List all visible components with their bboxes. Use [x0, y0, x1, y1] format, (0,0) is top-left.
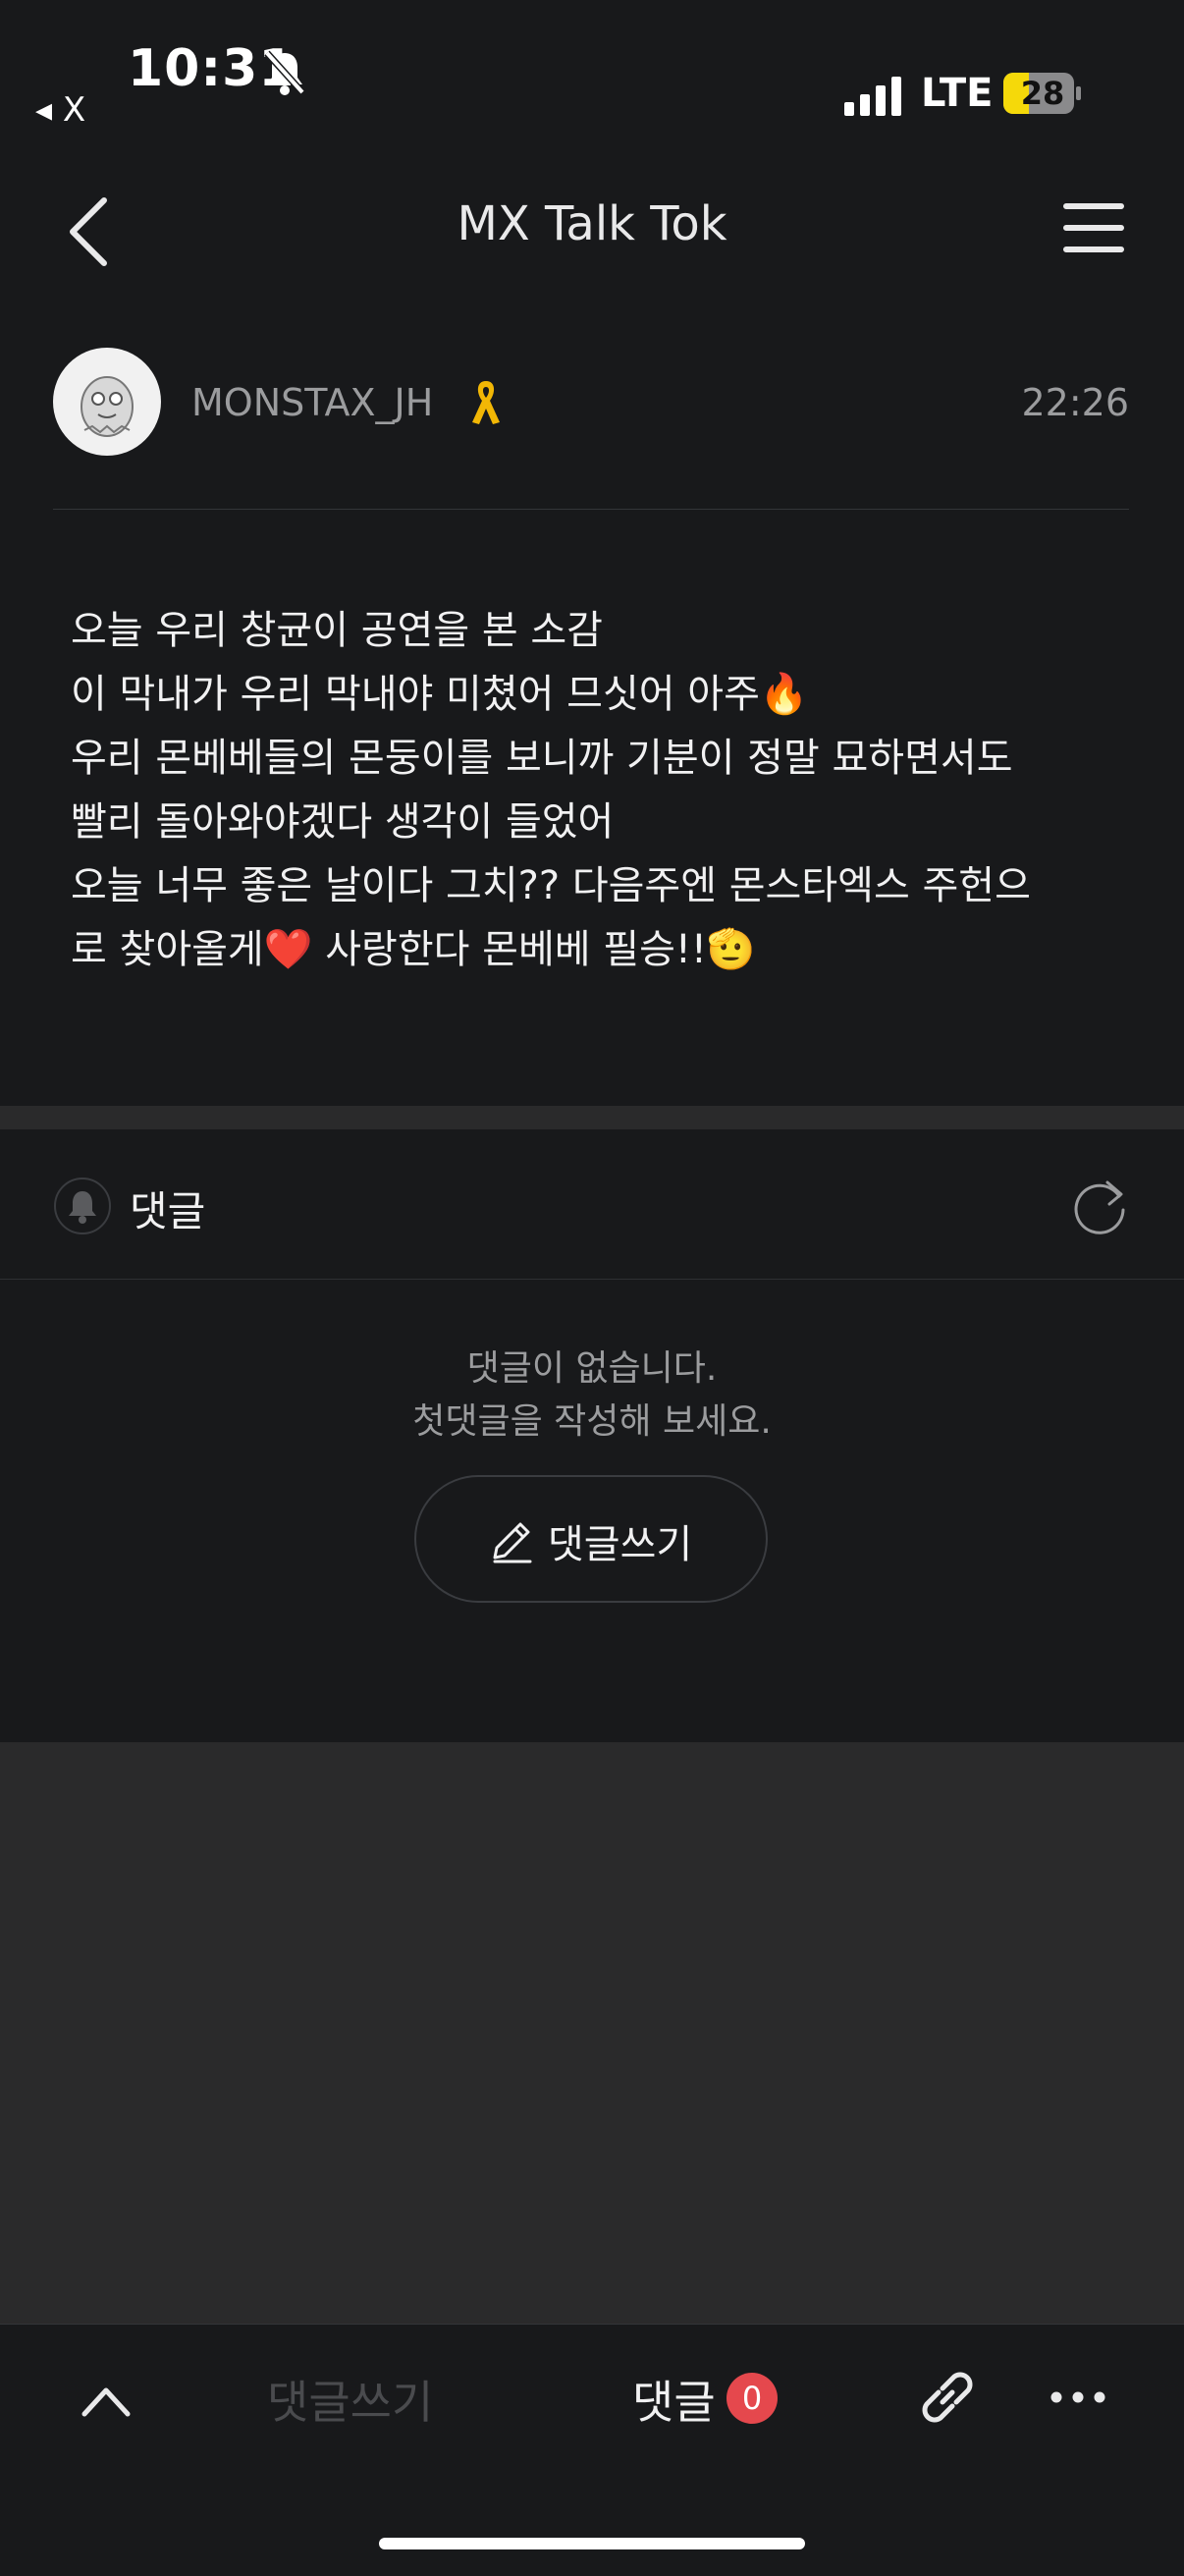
signal-icon: [844, 77, 901, 116]
pencil-icon: [493, 1522, 532, 1563]
network-type: LTE: [921, 71, 994, 116]
comment-count-badge: 0: [727, 2373, 778, 2424]
post-line: 빨리 돌아와야겠다 생각이 들었어: [71, 799, 615, 845]
section-gap: [0, 1106, 1184, 1129]
author-name[interactable]: MONSTAX_JH: [191, 381, 433, 424]
hamburger-menu-icon[interactable]: [1060, 196, 1127, 259]
divider: [53, 509, 1129, 510]
post-time: 22:26: [1021, 381, 1129, 424]
battery-level: 28: [1020, 75, 1065, 112]
refresh-icon[interactable]: [1072, 1175, 1131, 1237]
comments-tab[interactable]: 댓글: [632, 2367, 716, 2432]
post-line: 오늘 우리 창균이 공연을 본 소감: [71, 608, 603, 653]
post-line: 우리 몬베베들의 몬둥이를 보니까 기분이 정말 묘하면서도: [71, 736, 1013, 781]
avatar-character-icon: [81, 376, 134, 437]
post-body: 오늘 우리 창균이 공연을 본 소감 이 막내가 우리 막내야 미쳤어 므싯어 …: [71, 599, 1131, 982]
bell-icon[interactable]: [53, 1177, 112, 1235]
empty-comments-hint: 첫댓글을 작성해 보세요.: [412, 1401, 772, 1442]
avatar[interactable]: [53, 348, 161, 456]
divider: [0, 1279, 1184, 1280]
yellow-ribbon-icon: [472, 381, 500, 424]
post-line: 이 막내가 우리 막내야 미쳤어 므싯어 아주🔥: [71, 672, 809, 717]
back-to-app-link[interactable]: ◂ X: [35, 90, 85, 130]
comment-input-placeholder[interactable]: 댓글쓰기: [267, 2367, 433, 2432]
home-indicator[interactable]: [379, 2538, 805, 2549]
post-line: 로 찾아올게❤️ 사랑한다 몬베베 필승!!🫡: [71, 927, 756, 972]
link-icon[interactable]: [913, 2363, 982, 2432]
write-comment-label[interactable]: 댓글쓰기: [548, 1512, 692, 1569]
post-line: 오늘 너무 좋은 날이다 그치?? 다음주엔 몬스타엑스 주헌으: [71, 863, 1031, 908]
chevron-up-icon[interactable]: [77, 2377, 135, 2426]
comments-title: 댓글: [130, 1187, 206, 1235]
empty-comments-message: 댓글이 없습니다.: [466, 1348, 718, 1389]
page-title: MX Talk Tok: [457, 196, 727, 251]
more-options-icon[interactable]: [1047, 2381, 1109, 2414]
bell-slash-icon: [264, 50, 305, 95]
